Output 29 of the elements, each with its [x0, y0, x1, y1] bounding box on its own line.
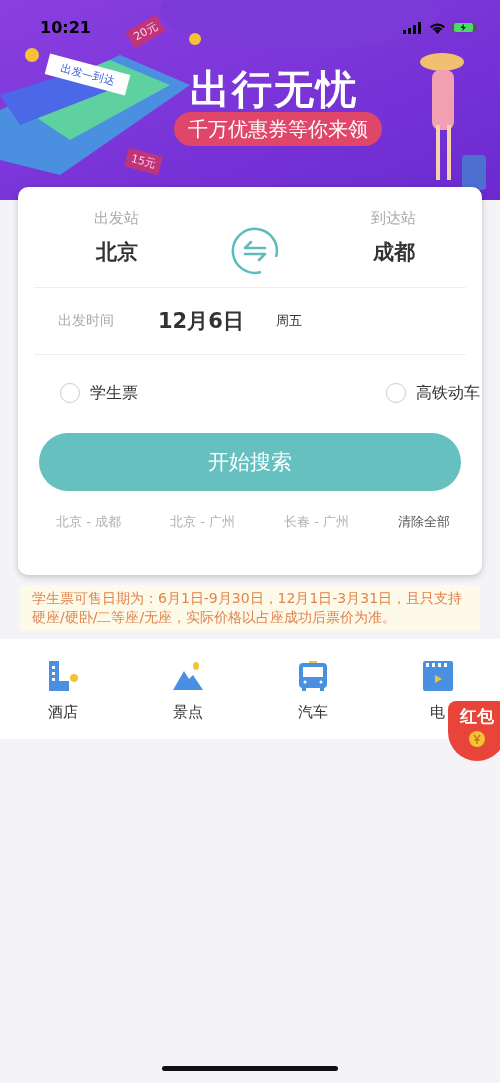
bus-icon[interactable] [296, 661, 329, 691]
film-icon[interactable] [421, 661, 454, 691]
option-radio[interactable]: 学生票 [60, 382, 138, 404]
building-icon[interactable] [46, 661, 79, 691]
service-label[interactable]: 景点 [172, 703, 203, 722]
banner-subtitle: 千万优惠券等你来领 [174, 112, 382, 146]
coin-icon [25, 48, 39, 62]
date-label: 出发时间 [58, 312, 115, 330]
service-label[interactable]: 酒店 [47, 703, 78, 722]
battery-icon [452, 21, 478, 34]
service-label[interactable]: 电 [430, 703, 445, 722]
station-label: 到达站 [371, 208, 416, 228]
service-label[interactable]: 汽车 [297, 703, 328, 722]
departure-station[interactable]: 北京 [95, 237, 138, 266]
status-time: 10:21 [40, 18, 91, 37]
option-radio[interactable]: 高铁动车 [386, 382, 480, 404]
lucky-packet-badge[interactable]: 红包 [448, 701, 500, 761]
swap-icon[interactable] [231, 227, 279, 275]
wifi-icon [429, 21, 446, 34]
weekday: 周五 [276, 312, 302, 330]
mountain-icon[interactable] [171, 661, 204, 691]
arrival-station[interactable]: 成都 [372, 237, 415, 266]
coin-icon [189, 33, 201, 45]
clear-history-link[interactable]: 清除全部 [398, 513, 450, 531]
banner-title: 出行无忧 [190, 65, 358, 114]
date-value[interactable]: 12月6日 [158, 307, 276, 335]
notice-text: 学生票可售日期为：6月1日-9月30日，12月1日-3月31日，且只支持硬座/硬卧/二等座/无座，实际价格以占座成功后票价为准。 [20, 585, 480, 631]
station-label: 出发站 [94, 208, 139, 228]
signal-icon [403, 21, 423, 34]
